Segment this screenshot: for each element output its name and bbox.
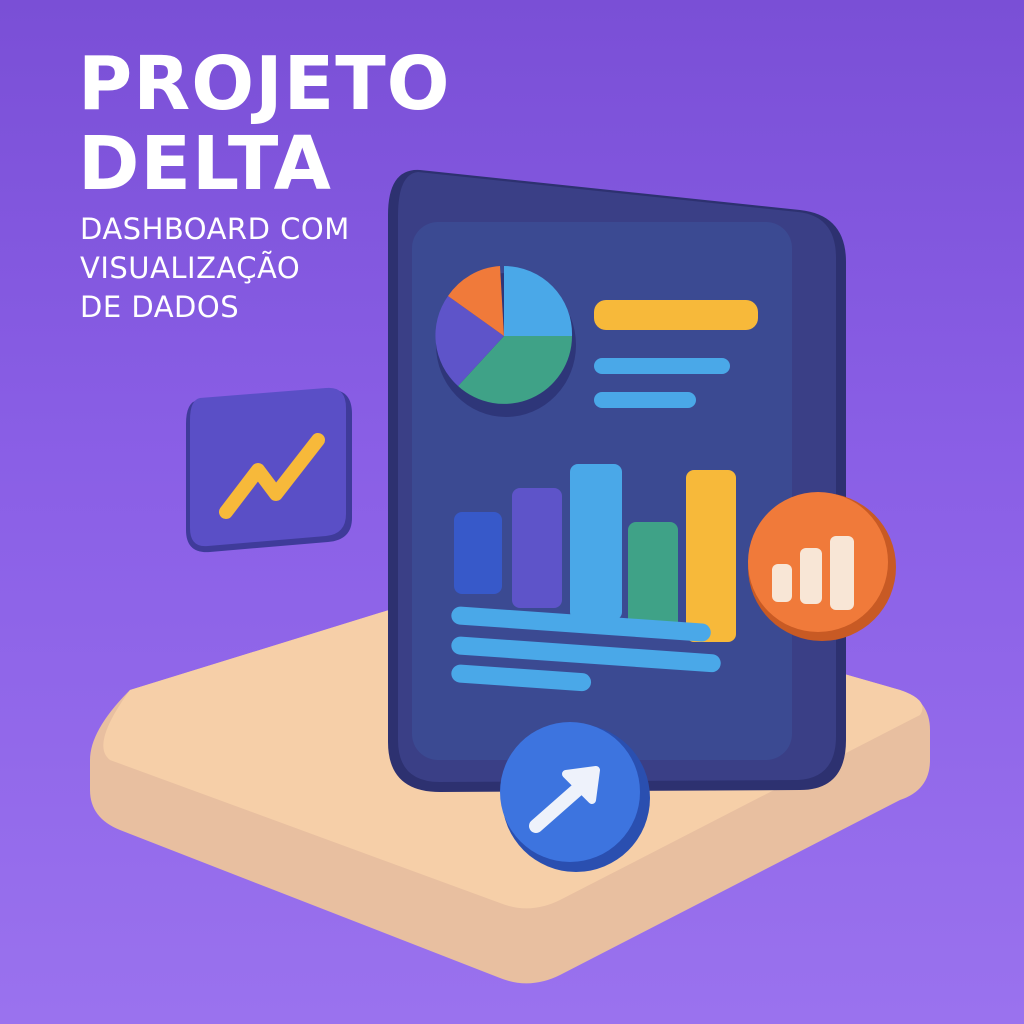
bar-5	[686, 470, 736, 642]
bar-chart-badge	[748, 492, 896, 641]
bar-2	[512, 488, 562, 608]
text-line	[594, 358, 730, 374]
bar-4	[628, 522, 678, 630]
trend-badge	[186, 387, 352, 553]
highlight-bar	[594, 300, 758, 330]
bar-1	[454, 512, 502, 594]
bar-3	[570, 464, 622, 620]
text-line	[594, 392, 696, 408]
dashboard-illustration	[90, 169, 930, 984]
